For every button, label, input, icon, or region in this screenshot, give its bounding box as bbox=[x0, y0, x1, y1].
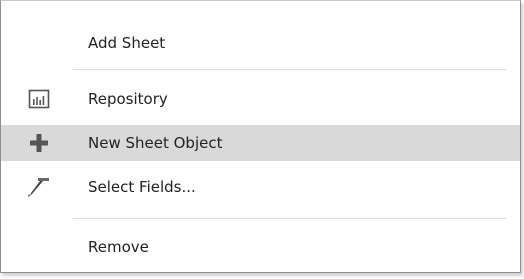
menu-item-label: Remove bbox=[88, 238, 149, 256]
plus-icon bbox=[27, 131, 51, 155]
menu-item-label: New Sheet Object bbox=[88, 134, 223, 152]
menu-separator bbox=[73, 218, 506, 219]
select-fields-icon bbox=[27, 175, 51, 199]
menu-item-label: Add Sheet bbox=[88, 34, 166, 52]
menu-separator bbox=[73, 69, 506, 70]
menu-item-add-sheet[interactable]: Add Sheet bbox=[1, 25, 520, 61]
menu-item-select-fields[interactable]: Select Fields... bbox=[1, 169, 520, 205]
menu-item-new-sheet-object[interactable]: New Sheet Object bbox=[1, 125, 520, 161]
menu-item-label: Select Fields... bbox=[88, 178, 196, 196]
menu-item-repository[interactable]: Repository bbox=[1, 81, 520, 117]
menu-item-label: Repository bbox=[88, 90, 168, 108]
menu-item-remove[interactable]: Remove bbox=[1, 229, 520, 265]
context-menu: Add Sheet Repository New Sheet Object Se… bbox=[0, 0, 521, 273]
bar-chart-icon bbox=[27, 87, 51, 111]
